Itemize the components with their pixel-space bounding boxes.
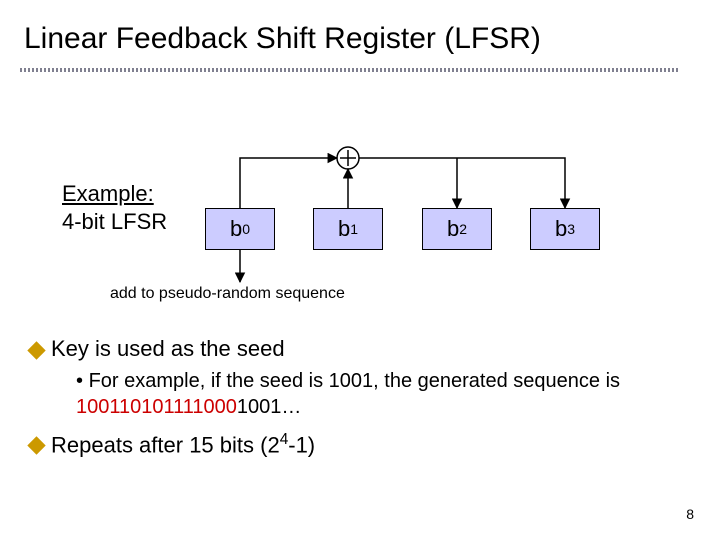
bit-cell-b3: b3 — [530, 208, 600, 250]
body-text: Key is used as the seed For example, if … — [30, 335, 700, 464]
example-word: Example: — [62, 181, 154, 206]
bit-cell-b2: b2 — [422, 208, 492, 250]
bit-cell-b1: b1 — [313, 208, 383, 250]
bullet-key-seed: Key is used as the seed — [51, 335, 285, 364]
example-sub: 4-bit LFSR — [62, 209, 167, 234]
title-divider — [20, 68, 680, 72]
sub-bullet-example: For example, if the seed is 1001, the ge… — [76, 368, 700, 420]
example-label: Example: 4-bit LFSR — [62, 180, 167, 235]
bit-cell-b0: b0 — [205, 208, 275, 250]
bullet-icon — [27, 341, 45, 359]
bullet-repeats: Repeats after 15 bits (24-1) — [51, 430, 315, 460]
slide-title: Linear Feedback Shift Register (LFSR) — [24, 22, 541, 56]
bullet-icon — [27, 436, 45, 454]
output-caption: add to pseudo-random sequence — [110, 285, 345, 303]
page-number: 8 — [686, 506, 694, 522]
xor-icon — [337, 147, 359, 169]
